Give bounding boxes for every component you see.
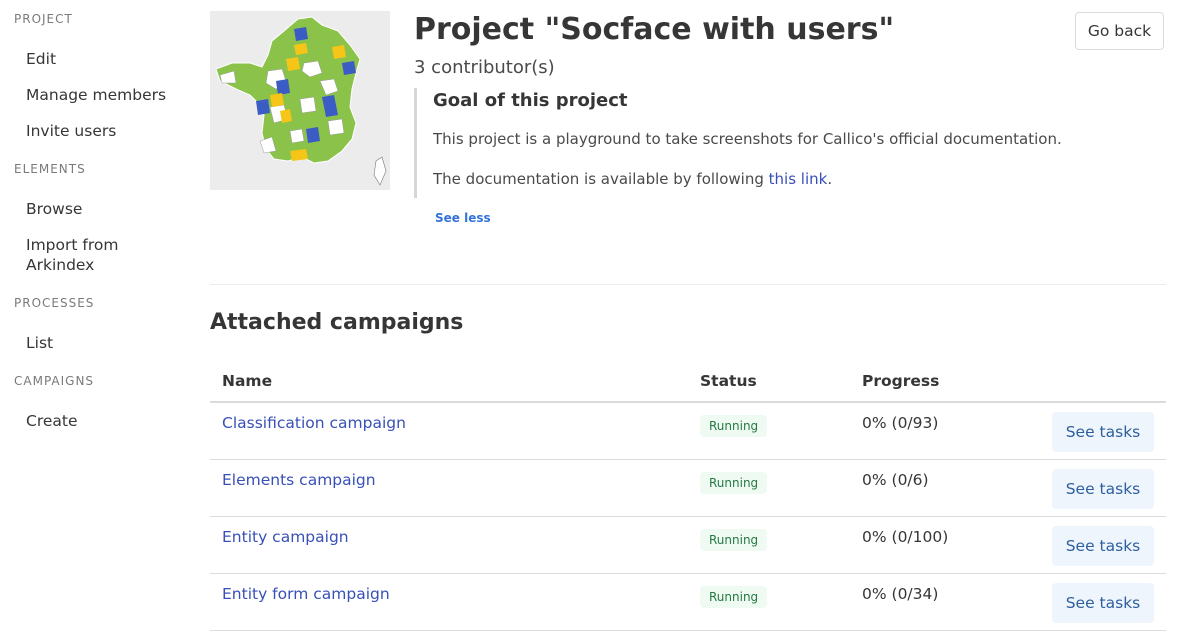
goal-title: Goal of this project (433, 90, 628, 111)
column-header-name: Name (222, 372, 273, 390)
sidebar-item-import-from-arkindex[interactable]: Import from Arkindex (26, 235, 136, 275)
sidebar-item-edit[interactable]: Edit (26, 49, 176, 69)
divider (210, 284, 1166, 285)
see-tasks-button[interactable]: See tasks (1052, 469, 1154, 509)
documentation-link[interactable]: this link (769, 170, 828, 188)
campaign-progress: 0% (0/6) (862, 471, 929, 489)
status-badge: Running (700, 586, 768, 608)
column-header-progress: Progress (862, 372, 940, 390)
table-row: Classification campaign Running 0% (0/93… (210, 403, 1166, 460)
campaign-name-link[interactable]: Elements campaign (222, 471, 376, 489)
sidebar-section-campaigns: CAMPAIGNS (14, 374, 95, 388)
table-row: Elements campaign Running 0% (0/6) See t… (210, 460, 1166, 517)
goal-documentation-text: The documentation is available by follow… (433, 170, 832, 188)
project-thumbnail (210, 11, 390, 190)
goal-documentation-suffix: . (827, 170, 833, 188)
column-header-status: Status (700, 372, 757, 390)
campaign-name-link[interactable]: Classification campaign (222, 414, 406, 432)
sidebar-section-elements: ELEMENTS (14, 162, 86, 176)
contributors-count: 3 contributor(s) (414, 57, 555, 78)
goal-documentation-prefix: The documentation is available by follow… (433, 170, 769, 188)
sidebar-item-invite-users[interactable]: Invite users (26, 121, 176, 141)
page-title: Project "Socface with users" (414, 12, 895, 47)
france-map-image (215, 16, 387, 186)
sidebar-item-create[interactable]: Create (26, 411, 176, 431)
table-row: Entity campaign Running 0% (0/100) See t… (210, 517, 1166, 574)
campaign-name-link[interactable]: Entity form campaign (222, 585, 390, 603)
campaign-progress: 0% (0/100) (862, 528, 949, 546)
status-badge: Running (700, 472, 768, 494)
sidebar: PROJECT Edit Manage members Invite users… (0, 0, 190, 634)
goal-description: This project is a playground to take scr… (433, 130, 1062, 148)
campaign-name-link[interactable]: Entity campaign (222, 528, 349, 546)
table-row: Entity form campaign Running 0% (0/34) S… (210, 574, 1166, 631)
sidebar-section-project: PROJECT (14, 12, 73, 26)
go-back-button[interactable]: Go back (1075, 12, 1164, 50)
project-goal: Goal of this project This project is a p… (414, 88, 1062, 198)
campaign-progress: 0% (0/34) (862, 585, 939, 603)
sidebar-item-list[interactable]: List (26, 333, 176, 353)
campaign-progress: 0% (0/93) (862, 414, 939, 432)
sidebar-section-processes: PROCESSES (14, 296, 95, 310)
status-badge: Running (700, 415, 768, 437)
see-tasks-button[interactable]: See tasks (1052, 412, 1154, 452)
see-tasks-button[interactable]: See tasks (1052, 583, 1154, 623)
sidebar-item-browse[interactable]: Browse (26, 199, 176, 219)
sidebar-item-manage-members[interactable]: Manage members (26, 85, 176, 105)
see-tasks-button[interactable]: See tasks (1052, 526, 1154, 566)
attached-campaigns-title: Attached campaigns (210, 310, 464, 335)
status-badge: Running (700, 529, 768, 551)
see-less-toggle[interactable]: See less (435, 211, 491, 225)
